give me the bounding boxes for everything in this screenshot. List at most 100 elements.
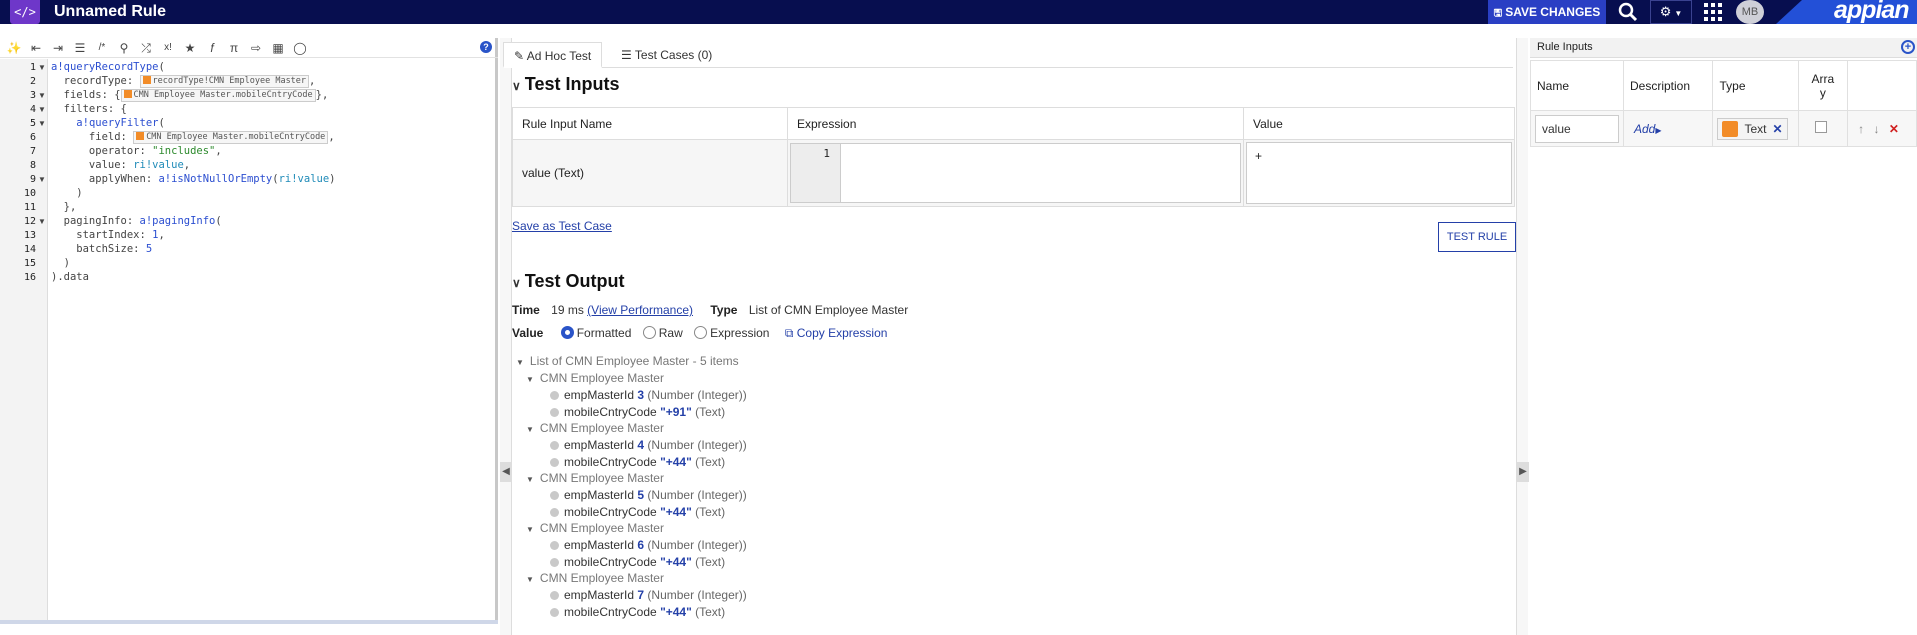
line-number: 6 [29, 132, 36, 143]
tree-item[interactable]: ▼ CMN Employee Master [526, 421, 664, 435]
star-icon[interactable]: ★ [182, 40, 198, 56]
collapse-caret-icon[interactable]: ▼ [526, 425, 534, 434]
editor-scrollbar[interactable] [0, 620, 498, 624]
tree-item[interactable]: ▼ CMN Employee Master [526, 571, 664, 585]
right-splitter[interactable]: ▶ [1516, 38, 1529, 635]
item-label: CMN Employee Master [539, 471, 664, 485]
collapse-caret-icon[interactable]: ▼ [516, 358, 524, 367]
fold-icon[interactable]: ▼ [38, 119, 46, 128]
tree-item[interactable]: ▼ CMN Employee Master [526, 521, 664, 535]
radio-selected-icon [560, 326, 574, 339]
tree-item[interactable]: ▼ CMN Employee Master [526, 471, 664, 485]
export-icon[interactable]: ⇨ [248, 40, 264, 56]
collapse-caret-icon[interactable]: ▼ [526, 475, 534, 484]
add-description-link[interactable]: Add▶ [1634, 122, 1662, 136]
left-splitter[interactable]: ◀ [500, 38, 512, 635]
expression-editor-field[interactable]: 1 [790, 143, 1241, 203]
tab-test-cases[interactable]: ☰ Test Cases (0) [611, 42, 722, 68]
app-grid-icon[interactable] [1704, 3, 1722, 21]
wand-icon[interactable]: ✨ [6, 40, 22, 56]
expression-editor[interactable]: ✨ ⇤ ⇥ ☰ /* ⚲ ⤮ x! ★ f π ⇨ ▦ ◯ ? 1 ▼ 2 3 ▼ … [0, 38, 498, 624]
field-value: 7 [637, 588, 645, 602]
outdent-icon[interactable]: ⇤ [28, 40, 44, 56]
settings-menu-button[interactable]: ⚙ ▼ [1650, 0, 1692, 24]
fold-icon[interactable]: ▼ [38, 91, 46, 100]
tree-field: mobileCntryCode "+44" (Text) [550, 605, 725, 619]
bullet-icon [550, 408, 559, 417]
line-number: 1 [791, 144, 841, 202]
local-variable-icon[interactable]: x! [160, 40, 176, 56]
collapse-caret-icon[interactable]: ▼ [526, 525, 534, 534]
field-type: (Number (Integer)) [647, 388, 747, 402]
tab-ad-hoc-test[interactable]: ✎ Ad Hoc Test [503, 42, 603, 68]
globe-icon[interactable]: ◯ [292, 40, 308, 56]
tree-item[interactable]: ▼ CMN Employee Master [526, 371, 664, 385]
type-picker[interactable]: Text ✕ [1717, 117, 1788, 140]
fold-icon[interactable]: ▼ [38, 217, 46, 226]
radio-raw[interactable]: Raw [642, 326, 683, 340]
move-up-icon[interactable]: ↑ [1858, 122, 1864, 136]
line-number: 3 [29, 90, 36, 101]
record-icon[interactable]: ▦ [270, 40, 286, 56]
field-name: empMasterId [564, 538, 635, 552]
line-number: 1 [29, 62, 36, 73]
comment-icon[interactable]: /* [94, 40, 110, 56]
output-tree-root[interactable]: ▼ List of CMN Employee Master - 5 items [516, 354, 739, 368]
test-rule-button[interactable]: TEST RULE [1438, 222, 1516, 252]
save-as-test-case-link[interactable]: Save as Test Case [512, 219, 612, 233]
line-number: 8 [29, 160, 36, 171]
radio-label: Expression [710, 326, 770, 340]
remove-type-icon[interactable]: ✕ [1773, 122, 1783, 136]
add-rule-input-icon[interactable]: + [1901, 40, 1915, 54]
bullet-icon [550, 391, 559, 400]
tree-field: empMasterId 5 (Number (Integer)) [550, 488, 747, 502]
code-line: fields: {CMN Employee Master.mobileCntry… [51, 89, 329, 102]
field-name: mobileCntryCode [564, 605, 657, 619]
collapse-left-icon[interactable]: ◀ [500, 462, 512, 482]
tree-field: mobileCntryCode "+44" (Text) [550, 555, 725, 569]
shuffle-icon[interactable]: ⤮ [138, 40, 154, 56]
section-title: Test Inputs [524, 74, 620, 94]
code-line: startIndex: 1, [51, 229, 165, 241]
collapse-caret-icon[interactable]: ▼ [526, 375, 534, 384]
function-icon[interactable]: f [204, 40, 220, 56]
move-down-icon[interactable]: ↓ [1874, 122, 1880, 136]
avatar[interactable]: MB [1736, 0, 1764, 24]
value-field[interactable]: + [1246, 142, 1512, 204]
value-format-selector: Value Formatted Raw Expression ⧉ Copy Ex… [512, 326, 887, 341]
test-output-header[interactable]: ∨ Test Output [512, 271, 624, 292]
pi-icon[interactable]: π [226, 40, 242, 56]
collapse-caret-icon[interactable]: ▼ [526, 575, 534, 584]
item-label: CMN Employee Master [539, 371, 664, 385]
array-checkbox[interactable] [1814, 121, 1827, 133]
indent-icon[interactable]: ⇥ [50, 40, 66, 56]
code-line: pagingInfo: a!pagingInfo( [51, 215, 222, 227]
tree-field: mobileCntryCode "+91" (Text) [550, 405, 725, 419]
save-changes-button[interactable]: 🖫 SAVE CHANGES [1488, 0, 1606, 24]
fold-icon[interactable]: ▼ [38, 63, 46, 72]
line-number: 15 [23, 258, 36, 269]
help-icon[interactable]: ? [480, 41, 492, 53]
line-number: 14 [23, 244, 36, 255]
delete-icon[interactable]: ✕ [1889, 122, 1899, 136]
fold-icon[interactable]: ▼ [38, 175, 46, 184]
list-icon[interactable]: ☰ [72, 40, 88, 56]
collapse-right-icon[interactable]: ▶ [1517, 462, 1529, 482]
rule-inputs-header: Rule Inputs + [1530, 38, 1917, 58]
view-performance-link[interactable]: (View Performance) [587, 303, 693, 317]
radio-formatted[interactable]: Formatted [560, 326, 632, 340]
rule-input-name-field[interactable]: value [1535, 114, 1619, 143]
tree-field: mobileCntryCode "+44" (Text) [550, 455, 725, 469]
test-inputs-header[interactable]: ∨ Test Inputs [512, 74, 619, 95]
record-field-token: CMN Employee Master.mobileCntryCode [133, 131, 329, 144]
field-value: "+44" [660, 455, 692, 469]
fold-icon[interactable]: ▼ [38, 105, 46, 114]
copy-expression-link[interactable]: ⧉ Copy Expression [785, 326, 888, 340]
tree-field: empMasterId 7 (Number (Integer)) [550, 588, 747, 602]
field-value: 3 [637, 388, 645, 402]
search-icon[interactable] [1616, 0, 1640, 24]
radio-expression[interactable]: Expression [694, 326, 769, 340]
find-icon[interactable]: ⚲ [116, 40, 132, 56]
tree-field: mobileCntryCode "+44" (Text) [550, 505, 725, 519]
radio-label: Formatted [576, 326, 632, 340]
